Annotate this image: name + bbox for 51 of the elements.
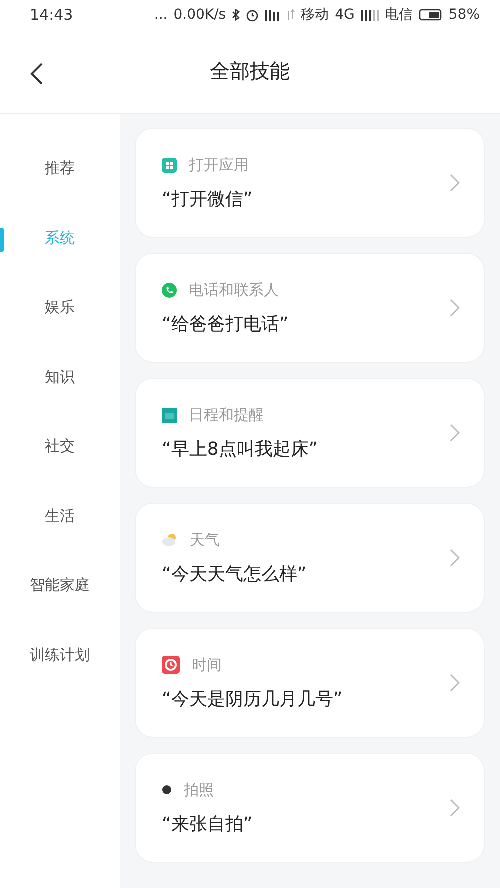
example-phrase: “给爸爸打电话” [162,312,290,336]
category-tab[interactable]: 生活 [45,506,75,526]
skill-card[interactable]: 打开应用 “打开微信” [135,128,485,238]
skill-card[interactable]: 拍照 “来张自拍” [135,753,485,863]
category-tab[interactable]: 社交 [45,437,75,456]
battery-percent: 58% [448,7,480,23]
dot-icon [162,785,172,795]
grid-icon [162,158,177,172]
calendar-icon [162,408,177,422]
skill-card[interactable]: 电话和联系人 “给爸爸打电话” [135,253,485,363]
chevron-icon [450,549,460,567]
example-phrase: “来张自拍” [162,812,254,836]
example-phrase: “今天是阴历几月几号” [162,688,344,710]
skill-category: 拍照 [184,780,214,800]
carrier-name: 移动 [301,6,330,24]
page-title: 全部技能 [210,58,290,85]
chevron-icon [450,174,460,192]
weather-icon [162,533,178,547]
alarm-icon [246,8,260,22]
category-tab[interactable]: 娱乐 [45,298,75,318]
category-tab[interactable]: 推荐 [45,159,75,178]
skill-category: 日程和提醒 [189,406,264,424]
carrier-name: 电信 [384,6,413,24]
chevron-icon [450,674,460,692]
clock-icon [162,656,180,674]
chevron-icon [450,799,460,817]
skill-card[interactable]: 时间 “今天是阴历几月几号” [135,628,485,738]
skill-category: 打开应用 [189,156,249,174]
category-tab[interactable]: 知识 [45,368,75,387]
example-phrase: “早上8点叫我起床” [162,438,320,460]
example-phrase: “打开微信” [162,188,254,210]
category-tab[interactable]: 训练计划 [30,646,90,665]
example-phrase: “今天天气怎么样” [162,562,308,586]
network-type: 4G [335,7,355,23]
status-dots: ... [154,7,168,23]
network-speed: 0.00K/s [174,7,226,23]
phone-icon [162,282,177,298]
category-tab[interactable]: 智能家庭 [30,576,90,596]
skill-category: 天气 [190,530,220,550]
bluetooth-icon [232,9,240,21]
skill-card[interactable]: 天气 “今天天气怎么样” [135,503,485,613]
signal-icon [360,9,379,21]
data-arrows-icon [287,9,296,21]
skill-category: 电话和联系人 [189,280,279,300]
signal-icon [265,9,282,21]
status-time: 14:43 [30,6,74,24]
battery-icon [418,9,443,21]
skill-category: 时间 [192,656,222,674]
chevron-icon [450,424,460,442]
chevron-icon [450,299,460,317]
skill-card[interactable]: 日程和提醒 “早上8点叫我起床” [135,378,485,488]
